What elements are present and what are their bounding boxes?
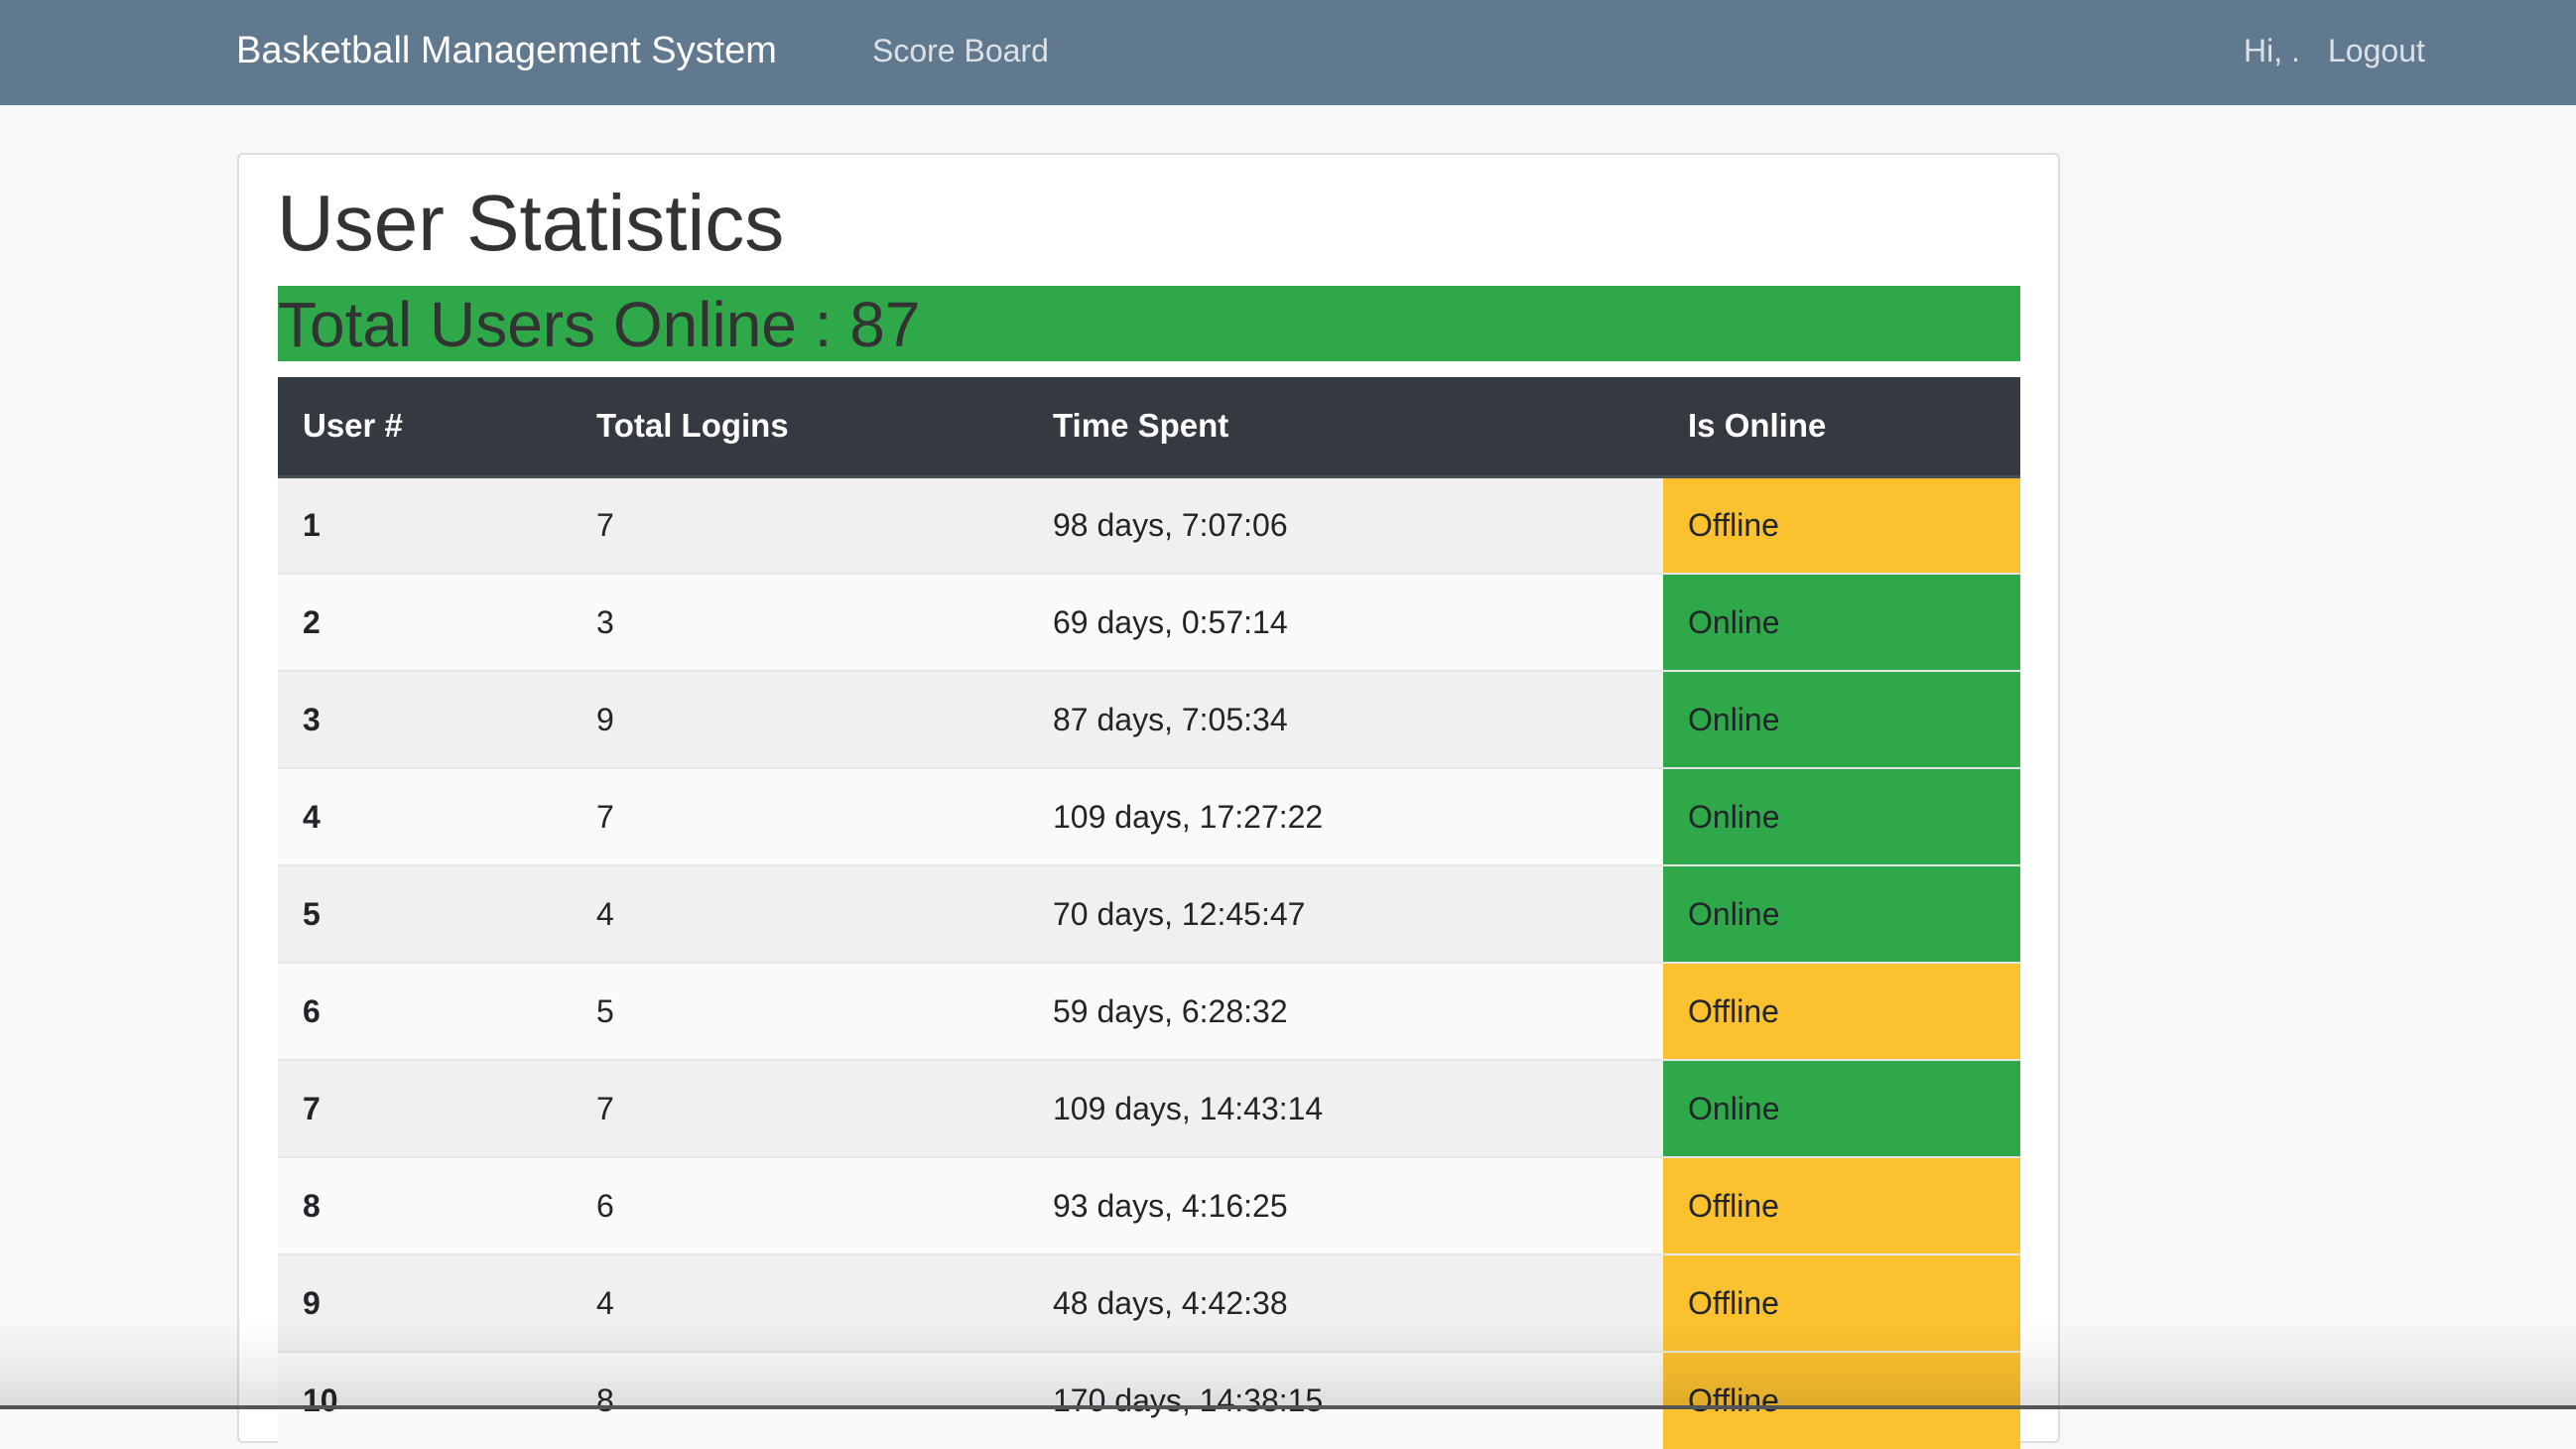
time-spent-cell: 48 days, 4:42:38 [1028,1253,1663,1352]
user-number-cell: 3 [278,670,572,768]
table-header-row: User # Total Logins Time Spent Is Online [278,377,2020,478]
total-logins-cell: 5 [572,962,1028,1060]
table-row: 4 7 109 days, 17:27:22 Online [278,767,2020,865]
online-status-cell: Offline [1663,475,2020,574]
table-row: 5 4 70 days, 12:45:47 Online [278,864,2020,963]
time-spent-cell: 98 days, 7:07:06 [1028,475,1663,574]
time-spent-cell: 93 days, 4:16:25 [1028,1156,1663,1254]
user-statistics-table: User # Total Logins Time Spent Is Online… [278,377,2020,1449]
logout-link[interactable]: Logout [2328,0,2425,105]
user-number-cell: 4 [278,767,572,865]
user-number-cell: 8 [278,1156,572,1254]
user-number-cell: 1 [278,475,572,574]
user-number-cell: 9 [278,1253,572,1352]
user-number-cell: 5 [278,864,572,963]
table-row: 7 7 109 days, 14:43:14 Online [278,1059,2020,1157]
online-status-cell: Online [1663,864,2020,963]
total-logins-cell: 4 [572,1253,1028,1352]
online-status-cell: Online [1663,573,2020,671]
table-row: 6 5 59 days, 6:28:32 Offline [278,962,2020,1060]
header-is-online: Is Online [1663,377,2020,478]
table-row: 9 4 48 days, 4:42:38 Offline [278,1253,2020,1352]
time-spent-cell: 109 days, 14:43:14 [1028,1059,1663,1157]
header-time-spent: Time Spent [1028,377,1663,478]
table-row: 2 3 69 days, 0:57:14 Online [278,573,2020,671]
online-status-cell: Online [1663,670,2020,768]
window-bottom-edge [0,1405,2576,1409]
total-logins-cell: 4 [572,864,1028,963]
online-status-cell: Offline [1663,1351,2020,1449]
table-row: 1 7 98 days, 7:07:06 Offline [278,475,2020,574]
total-logins-cell: 8 [572,1351,1028,1449]
table-row: 10 8 170 days, 14:38:15 Offline [278,1351,2020,1449]
online-status-cell: Online [1663,1059,2020,1157]
time-spent-cell: 70 days, 12:45:47 [1028,864,1663,963]
table-row: 8 6 93 days, 4:16:25 Offline [278,1156,2020,1254]
total-logins-cell: 7 [572,767,1028,865]
nav-score-board-link[interactable]: Score Board [872,0,1049,105]
user-number-cell: 2 [278,573,572,671]
online-status-cell: Offline [1663,1156,2020,1254]
brand-link[interactable]: Basketball Management System [236,0,777,105]
total-logins-cell: 9 [572,670,1028,768]
time-spent-cell: 170 days, 14:38:15 [1028,1351,1663,1449]
total-logins-cell: 7 [572,475,1028,574]
time-spent-cell: 109 days, 17:27:22 [1028,767,1663,865]
time-spent-cell: 87 days, 7:05:34 [1028,670,1663,768]
user-number-cell: 6 [278,962,572,1060]
time-spent-cell: 69 days, 0:57:14 [1028,573,1663,671]
user-number-cell: 10 [278,1351,572,1449]
top-navbar: Basketball Management System Score Board… [0,0,2576,105]
header-user-number: User # [278,377,572,478]
online-status-cell: Offline [1663,1253,2020,1352]
time-spent-cell: 59 days, 6:28:32 [1028,962,1663,1060]
total-logins-cell: 3 [572,573,1028,671]
online-status-cell: Offline [1663,962,2020,1060]
total-logins-cell: 6 [572,1156,1028,1254]
user-greeting: Hi, . [2244,33,2300,68]
header-total-logins: Total Logins [572,377,1028,478]
online-count-text: Total Users Online : 87 [278,289,921,360]
page-title: User Statistics [277,179,785,267]
total-logins-cell: 7 [572,1059,1028,1157]
table-row: 3 9 87 days, 7:05:34 Online [278,670,2020,768]
online-status-cell: Online [1663,767,2020,865]
user-number-cell: 7 [278,1059,572,1157]
